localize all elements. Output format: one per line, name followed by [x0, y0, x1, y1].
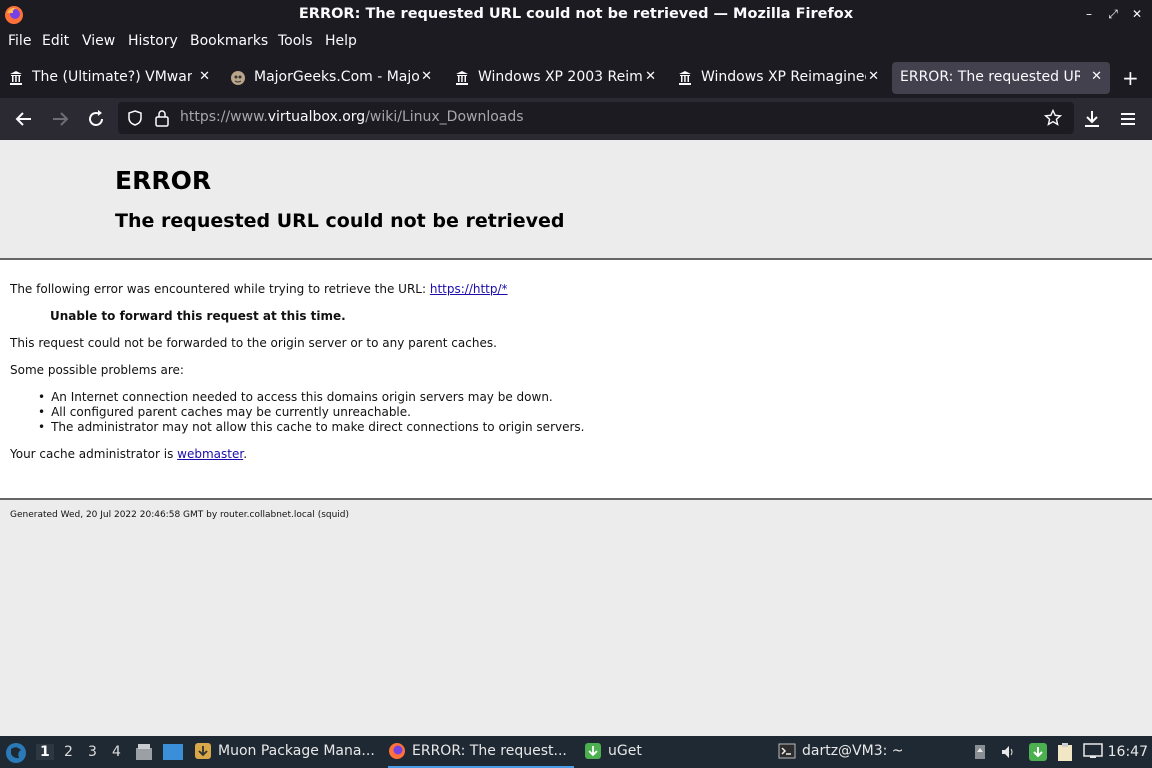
tab-majorgeeks[interactable]: MajorGeeks.Com - Major ✕: [222, 62, 440, 94]
menu-bookmarks[interactable]: Bookmarks: [190, 33, 268, 49]
page-content: ERROR The requested URL could not be ret…: [0, 140, 1152, 736]
downloads-icon[interactable]: [1080, 107, 1104, 131]
error-paragraph-1: This request could not be forwarded to t…: [10, 336, 497, 350]
clipboard-icon[interactable]: [1056, 742, 1074, 762]
problems-list: An Internet connection needed to access …: [38, 390, 585, 435]
error-paragraph-2: Some possible problems are:: [10, 363, 184, 377]
hamburger-menu-icon[interactable]: [1116, 107, 1140, 131]
tab-close-icon[interactable]: ✕: [199, 69, 210, 84]
new-tab-button[interactable]: +: [1122, 66, 1139, 90]
task-label: Muon Package Mana...: [218, 743, 375, 759]
error-body: The following error was encountered whil…: [0, 260, 1152, 500]
error-subheading: The requested URL could not be retrieved: [115, 210, 565, 232]
generated-footer: Generated Wed, 20 Jul 2022 20:46:58 GMT …: [10, 510, 350, 520]
task-label: uGet: [608, 743, 642, 759]
terminal-icon: [778, 743, 796, 759]
workspace-3[interactable]: 3: [88, 744, 97, 760]
start-menu-icon[interactable]: [5, 742, 27, 764]
network-icon[interactable]: [1083, 743, 1103, 759]
maximize-button[interactable]: ⤢: [1106, 6, 1120, 22]
tab-error-active[interactable]: ERROR: The requested URL ✕: [892, 62, 1110, 94]
minimize-button[interactable]: –: [1082, 6, 1096, 22]
reload-icon[interactable]: [84, 107, 108, 131]
menu-file[interactable]: File: [8, 33, 31, 49]
error-header: ERROR The requested URL could not be ret…: [0, 140, 1152, 260]
shield-icon[interactable]: [126, 109, 144, 127]
url-text[interactable]: https://www.virtualbox.org/wiki/Linux_Do…: [180, 109, 524, 125]
tab-label: Windows XP Reimagined: [701, 69, 866, 85]
column-icon: [679, 71, 691, 85]
menu-tools[interactable]: Tools: [278, 33, 313, 49]
tab-winxp-2003[interactable]: Windows XP 2003 Reima ✕: [446, 62, 664, 94]
bookmark-star-icon[interactable]: [1044, 109, 1062, 127]
tab-label: MajorGeeks.Com - Major: [254, 69, 419, 85]
back-arrow-icon[interactable]: [12, 107, 36, 131]
error-intro: The following error was encountered whil…: [10, 282, 508, 296]
show-desktop-icon[interactable]: [162, 742, 184, 762]
window-titlebar: ERROR: The requested URL could not be re…: [0, 0, 1152, 30]
list-item: The administrator may not allow this cac…: [38, 420, 584, 435]
task-terminal[interactable]: dartz@VM3: ~: [778, 736, 918, 768]
clock: 16:47: [1107, 744, 1148, 760]
close-window-button[interactable]: ✕: [1130, 6, 1144, 22]
task-muon[interactable]: Muon Package Mana...: [194, 736, 380, 768]
tray-uget-icon[interactable]: [1028, 742, 1048, 762]
workspace-4[interactable]: 4: [112, 744, 121, 760]
tab-close-icon[interactable]: ✕: [421, 69, 432, 84]
column-icon: [10, 71, 22, 85]
window-title: ERROR: The requested URL could not be re…: [298, 6, 854, 22]
menu-edit[interactable]: Edit: [42, 33, 69, 49]
task-firefox[interactable]: ERROR: The request...: [388, 736, 574, 768]
admin-line: Your cache administrator is webmaster.: [10, 447, 248, 461]
uget-icon: [585, 743, 601, 759]
tab-close-icon[interactable]: ✕: [645, 69, 656, 84]
file-manager-icon[interactable]: [134, 742, 154, 762]
tab-close-icon[interactable]: ✕: [868, 69, 879, 84]
tab-strip: The (Ultimate?) VMware ✕ MajorGeeks.Com …: [0, 58, 1152, 98]
error-url-link[interactable]: https://http/*: [430, 282, 508, 296]
list-item: An Internet connection needed to access …: [38, 390, 585, 405]
menu-help[interactable]: Help: [325, 33, 357, 49]
workspace-2[interactable]: 2: [64, 744, 73, 760]
menu-bar: File Edit View History Bookmarks Tools H…: [0, 30, 1152, 58]
task-uget[interactable]: uGet: [584, 736, 664, 768]
menu-view[interactable]: View: [82, 33, 115, 49]
firefox-icon: [389, 743, 405, 759]
task-label: ERROR: The request...: [412, 743, 567, 759]
tab-label: Windows XP 2003 Reima: [478, 69, 643, 85]
task-label: dartz@VM3: ~: [802, 743, 904, 759]
column-icon: [456, 71, 468, 85]
url-bar[interactable]: https://www.virtualbox.org/wiki/Linux_Do…: [118, 102, 1074, 134]
majorgeeks-icon: [231, 71, 245, 85]
workspace-1[interactable]: 1: [36, 744, 54, 760]
tab-winxp-reimagined[interactable]: Windows XP Reimagined ✕: [669, 62, 887, 94]
volume-icon[interactable]: [1000, 744, 1016, 760]
list-item: All configured parent caches may be curr…: [38, 405, 585, 420]
error-heading: ERROR: [115, 166, 212, 195]
error-bold-message: Unable to forward this request at this t…: [50, 309, 346, 323]
tab-vmware[interactable]: The (Ultimate?) VMware ✕: [0, 62, 218, 94]
tab-label: ERROR: The requested URL: [900, 69, 1080, 85]
webmaster-link[interactable]: webmaster: [177, 447, 243, 461]
forward-arrow-icon[interactable]: [48, 107, 72, 131]
taskbar: 1 2 3 4 Muon Package Mana... ERROR: The …: [0, 736, 1152, 768]
lock-icon[interactable]: [154, 109, 170, 127]
package-icon: [195, 743, 211, 759]
tab-close-icon[interactable]: ✕: [1091, 69, 1102, 84]
menu-history[interactable]: History: [128, 33, 178, 49]
tray-drive-icon[interactable]: [972, 744, 988, 760]
tab-label: The (Ultimate?) VMware: [32, 69, 192, 85]
navigation-toolbar: https://www.virtualbox.org/wiki/Linux_Do…: [0, 98, 1152, 140]
